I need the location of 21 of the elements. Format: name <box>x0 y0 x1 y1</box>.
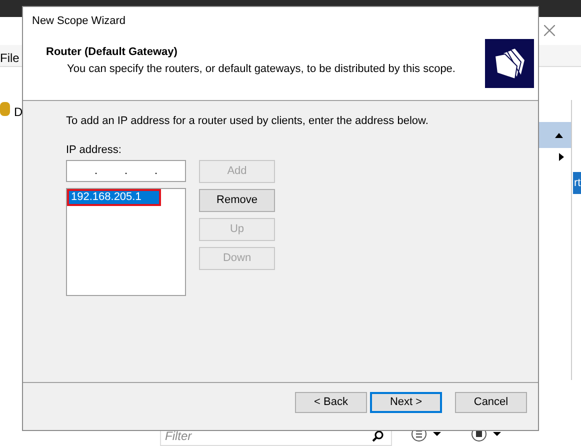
ip-address-field[interactable]: . . . <box>66 160 186 182</box>
menu-item[interactable]: File <box>0 49 20 67</box>
instruction-text: To add an IP address for a router used by clients, enter the address below. <box>66 114 430 129</box>
close-icon[interactable] <box>544 25 555 36</box>
wizard-button[interactable]: Next > <box>370 392 442 413</box>
dialog-title: New Scope Wizard <box>32 14 126 30</box>
wizard-button[interactable]: Cancel <box>455 392 527 413</box>
list-button[interactable]: Remove <box>199 189 275 212</box>
page-heading: Router (Default Gateway) <box>46 45 178 60</box>
sort-icon <box>555 132 563 138</box>
side-tab[interactable]: rt <box>573 172 581 194</box>
search-icon <box>372 430 384 442</box>
ip-label: IP address: <box>66 142 122 158</box>
tree-item[interactable]: D <box>14 103 23 121</box>
router-list[interactable]: 192.168.205.1 <box>66 188 186 296</box>
column-header[interactable] <box>539 122 571 148</box>
list-item[interactable]: 192.168.205.1 <box>68 190 160 205</box>
page-subtitle: You can specify the routers, or default gateways, to be distributed by this scope. <box>66 62 456 76</box>
wizard-button[interactable]: < Back <box>295 392 367 413</box>
folders-icon <box>485 39 534 88</box>
expand-icon[interactable] <box>559 153 564 161</box>
